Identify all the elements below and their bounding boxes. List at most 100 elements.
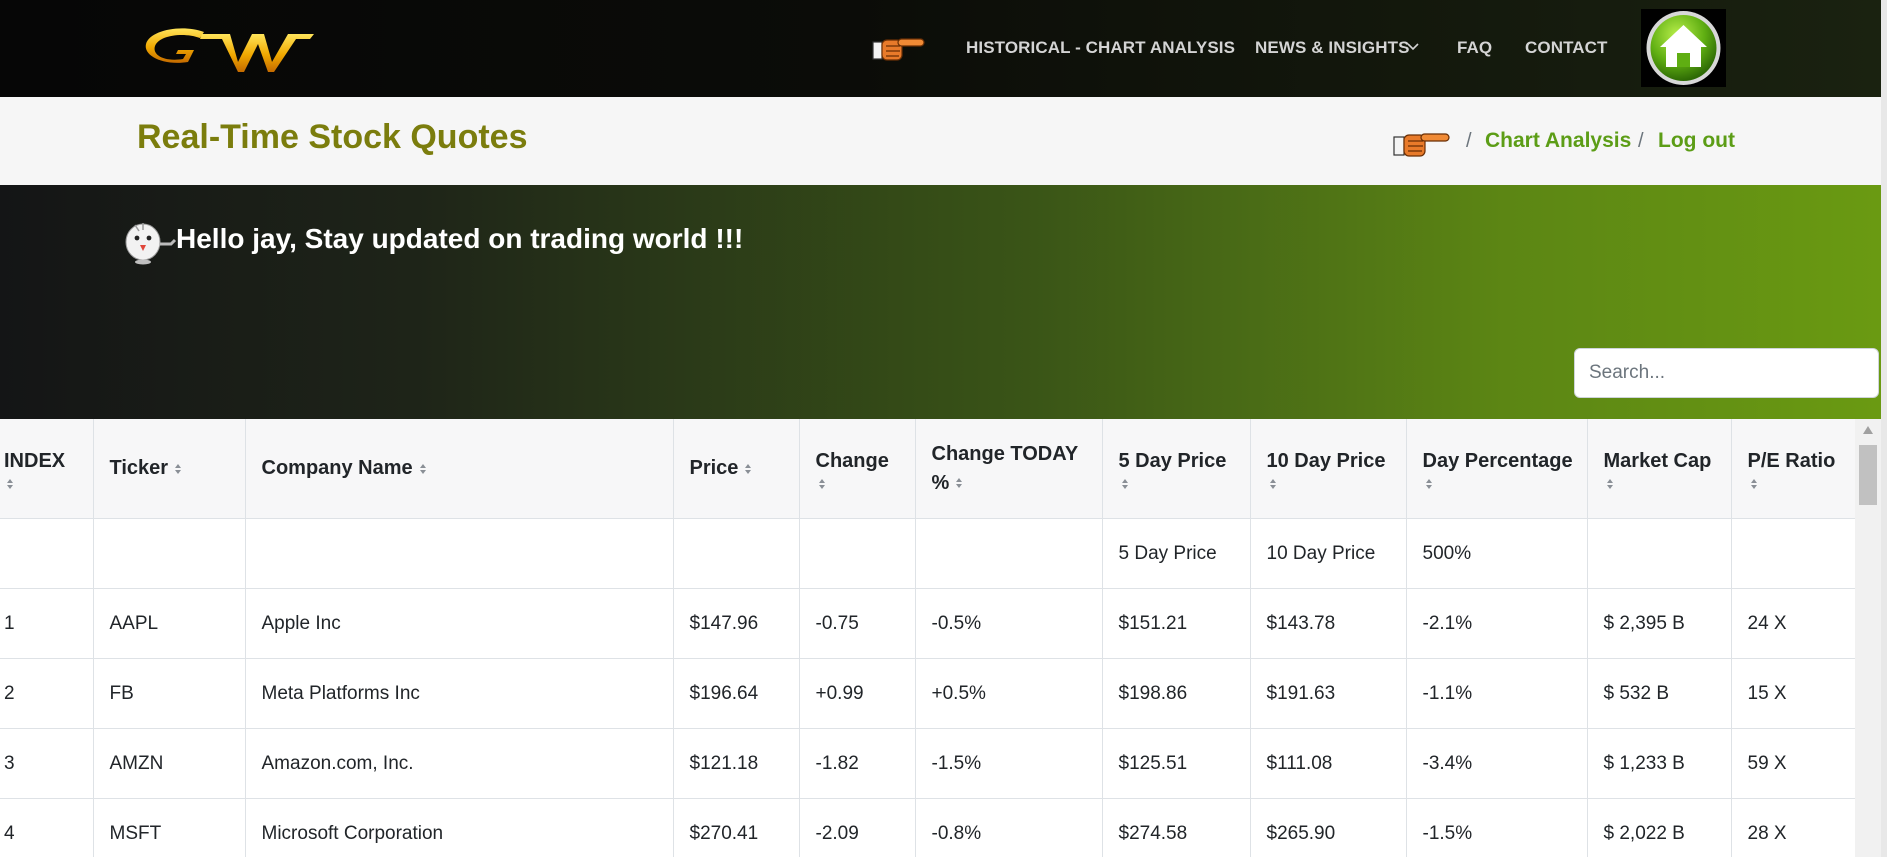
sort-icon[interactable] [1425, 478, 1433, 490]
column-header-label: INDEX [4, 450, 66, 472]
nav-historical-chart-analysis[interactable]: HISTORICAL - CHART ANALYSIS [966, 38, 1235, 58]
table-scrollbar[interactable] [1855, 419, 1881, 857]
cell-10-day-price: $265.90 [1250, 798, 1407, 857]
sort-icon[interactable] [6, 478, 14, 490]
sort-icon[interactable] [174, 463, 182, 475]
column-header-change-today[interactable]: Change TODAY % [915, 419, 1103, 519]
cell-10-day-price: $111.08 [1250, 728, 1407, 799]
cell-price: $196.64 [673, 658, 800, 729]
column-header-label: Company Name [261, 457, 413, 479]
filter-cell-day-percentage: 500% [1406, 518, 1588, 589]
stock-quotes-table: INDEX Ticker Company Name Price Change C… [0, 419, 1855, 857]
cell-5-day-price: $274.58 [1102, 798, 1251, 857]
column-header-market-cap[interactable]: Market Cap [1587, 419, 1732, 519]
cell-pe-ratio: 28 X [1731, 798, 1855, 857]
chevron-down-icon[interactable] [1406, 41, 1420, 53]
breadcrumb-separator: / [1638, 130, 1644, 152]
cell-change: -0.75 [799, 588, 916, 659]
cell-change-today: -0.5% [915, 588, 1103, 659]
breadcrumb-logout[interactable]: Log out [1658, 129, 1735, 153]
column-header-label: Ticker [109, 457, 169, 479]
filter-row: 5 Day Price 10 Day Price 500% [0, 518, 1855, 589]
table-cell [1731, 518, 1855, 589]
table-cell [93, 518, 246, 589]
cell-index: 1 [0, 588, 94, 659]
table-cell [0, 518, 94, 589]
stock-quotes-table-container: INDEX Ticker Company Name Price Change C… [0, 419, 1855, 857]
cell-pe-ratio: 15 X [1731, 658, 1855, 729]
column-header-company-name[interactable]: Company Name [245, 419, 674, 519]
cell-company-name: Meta Platforms Inc [245, 658, 674, 729]
sort-icon[interactable] [1750, 478, 1758, 490]
cell-change: -2.09 [799, 798, 916, 857]
page-scrollbar[interactable] [1881, 0, 1887, 857]
pointing-hand-icon [1393, 133, 1450, 157]
table-cell [915, 518, 1103, 589]
column-header-5-day-price[interactable]: 5 Day Price [1102, 419, 1251, 519]
sort-icon[interactable] [1606, 478, 1614, 490]
scrollbar-thumb[interactable] [1859, 445, 1877, 505]
column-header-label: P/E Ratio [1747, 450, 1836, 472]
table-row[interactable]: 1 AAPL Apple Inc $147.96 -0.75 -0.5% $15… [0, 588, 1855, 659]
column-header-change[interactable]: Change [799, 419, 916, 519]
nav-news-insights[interactable]: NEWS & INSIGHTS [1255, 38, 1410, 58]
table-row[interactable]: 4 MSFT Microsoft Corporation $270.41 -2.… [0, 798, 1855, 857]
sort-icon[interactable] [744, 463, 752, 475]
cell-day-percentage: -1.5% [1406, 798, 1588, 857]
bird-mascot-icon [125, 223, 177, 265]
cell-5-day-price: $198.86 [1102, 658, 1251, 729]
table-row[interactable]: 3 AMZN Amazon.com, Inc. $121.18 -1.82 -1… [0, 728, 1855, 799]
cell-pe-ratio: 24 X [1731, 588, 1855, 659]
page-title: Real-Time Stock Quotes [137, 118, 528, 156]
cell-company-name: Apple Inc [245, 588, 674, 659]
cell-ticker: AAPL [93, 588, 246, 659]
nav-faq[interactable]: FAQ [1457, 38, 1492, 58]
search-input[interactable] [1574, 348, 1879, 398]
cell-company-name: Amazon.com, Inc. [245, 728, 674, 799]
sort-icon[interactable] [818, 478, 826, 490]
home-button[interactable] [1641, 9, 1726, 87]
sort-icon[interactable] [419, 463, 427, 475]
table-header-row: INDEX Ticker Company Name Price Change C… [0, 419, 1855, 519]
nav-contact[interactable]: CONTACT [1525, 38, 1608, 58]
column-header-price[interactable]: Price [673, 419, 800, 519]
cell-change-today: +0.5% [915, 658, 1103, 729]
cell-change: +0.99 [799, 658, 916, 729]
cell-ticker: AMZN [93, 728, 246, 799]
breadcrumb-chart-analysis[interactable]: Chart Analysis [1485, 129, 1631, 153]
cell-market-cap: $ 2,022 B [1587, 798, 1732, 857]
cell-pe-ratio: 59 X [1731, 728, 1855, 799]
sort-icon[interactable] [1269, 478, 1277, 490]
column-header-pe-ratio[interactable]: P/E Ratio [1731, 419, 1855, 519]
home-icon [1646, 11, 1721, 85]
cell-10-day-price: $191.63 [1250, 658, 1407, 729]
gw-logo[interactable] [142, 22, 316, 74]
table-row[interactable]: 2 FB Meta Platforms Inc $196.64 +0.99 +0… [0, 658, 1855, 729]
column-header-index[interactable]: INDEX [0, 419, 94, 519]
cell-market-cap: $ 2,395 B [1587, 588, 1732, 659]
column-header-label: Day Percentage [1422, 450, 1573, 472]
cell-5-day-price: $125.51 [1102, 728, 1251, 799]
pointing-hand-icon [872, 38, 925, 61]
table-cell [799, 518, 916, 589]
cell-change-today: -1.5% [915, 728, 1103, 799]
table-cell [673, 518, 800, 589]
cell-market-cap: $ 532 B [1587, 658, 1732, 729]
column-header-10-day-price[interactable]: 10 Day Price [1250, 419, 1407, 519]
table-cell [245, 518, 674, 589]
column-header-label: 5 Day Price [1118, 450, 1227, 472]
cell-price: $270.41 [673, 798, 800, 857]
filter-cell-10-day-price: 10 Day Price [1250, 518, 1407, 589]
column-header-label: Price [689, 457, 739, 479]
top-navbar: HISTORICAL - CHART ANALYSIS NEWS & INSIG… [0, 0, 1887, 97]
column-header-label: 10 Day Price [1266, 450, 1386, 472]
scroll-up-arrow-icon[interactable] [1862, 425, 1874, 435]
cell-company-name: Microsoft Corporation [245, 798, 674, 857]
column-header-day-percentage[interactable]: Day Percentage [1406, 419, 1588, 519]
column-header-label: Market Cap [1603, 450, 1712, 472]
table-cell [1587, 518, 1732, 589]
sort-icon[interactable] [955, 477, 963, 489]
sort-icon[interactable] [1121, 478, 1129, 490]
column-header-ticker[interactable]: Ticker [93, 419, 246, 519]
cell-index: 3 [0, 728, 94, 799]
